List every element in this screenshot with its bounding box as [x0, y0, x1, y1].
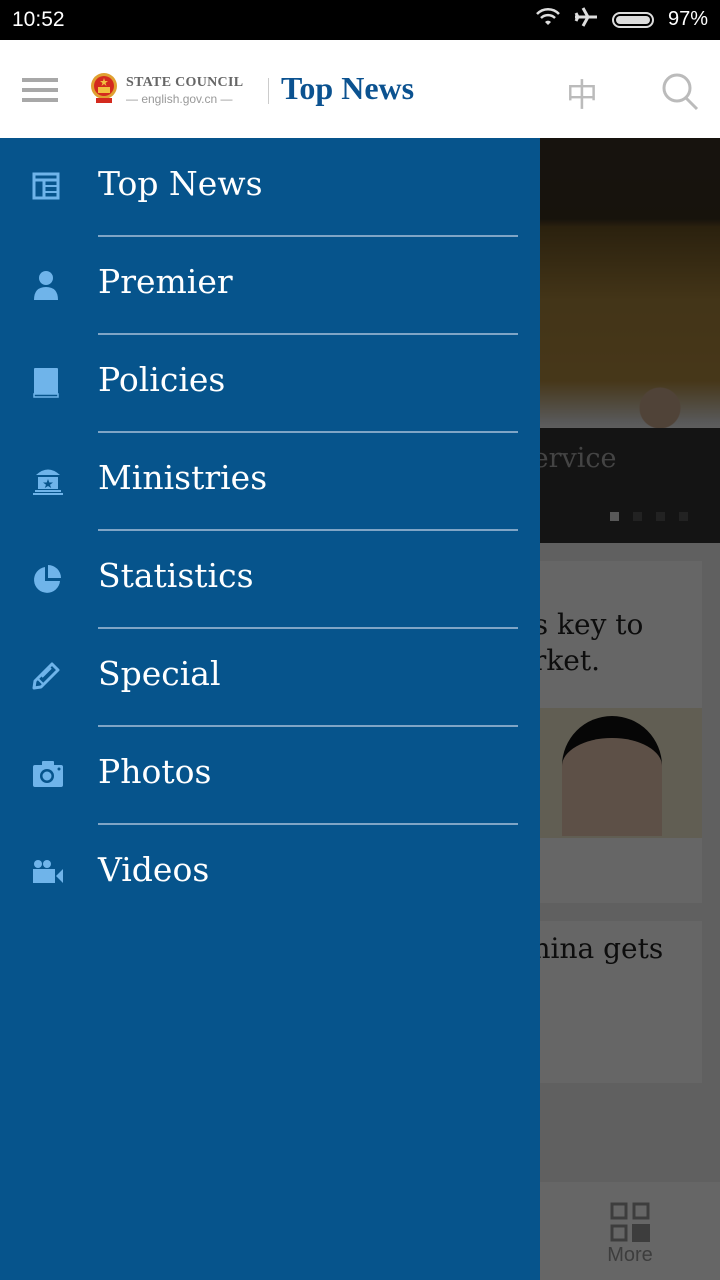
wifi-icon — [536, 7, 560, 32]
drawer-item-label: Ministries — [98, 458, 268, 497]
hamburger-menu-button[interactable] — [22, 78, 58, 102]
hamburger-icon — [22, 78, 58, 82]
drawer-item-label: Premier — [98, 262, 233, 301]
drawer-item-statistics[interactable]: Statistics — [0, 530, 540, 629]
pencil-icon — [32, 662, 64, 692]
language-toggle-button[interactable]: 中 — [566, 70, 598, 116]
camera-icon — [32, 760, 64, 790]
government-building-icon — [32, 466, 64, 496]
drawer-item-ministries[interactable]: Ministries — [0, 432, 540, 531]
brand-name: STATE COUNCIL — [126, 75, 244, 90]
drawer-item-label: Photos — [98, 752, 212, 791]
status-icons: 97% — [536, 6, 708, 33]
clock: 10:52 — [12, 8, 65, 31]
drawer-item-label: Statistics — [98, 556, 254, 595]
hamburger-line — [22, 98, 58, 102]
battery-percent: 97% — [667, 8, 708, 30]
drawer-item-label: Top News — [98, 164, 263, 203]
divider — [268, 78, 269, 104]
video-camera-icon — [32, 858, 64, 888]
drawer-item-videos[interactable]: Videos — [0, 824, 540, 922]
drawer-item-policies[interactable]: Policies — [0, 334, 540, 433]
drawer-item-label: Videos — [98, 850, 210, 889]
hamburger-line — [22, 88, 58, 92]
battery-icon — [611, 11, 654, 28]
airplane-icon — [574, 6, 598, 33]
drawer-item-premier[interactable]: Premier — [0, 236, 540, 335]
drawer-item-special[interactable]: Special — [0, 628, 540, 727]
drawer-item-top-news[interactable]: Top News — [0, 138, 540, 237]
navigation-drawer: Top News Premier Policies Ministries Sta… — [0, 138, 540, 1280]
drawer-item-label: Policies — [98, 360, 226, 399]
drawer-item-label: Special — [98, 654, 221, 693]
drawer-item-photos[interactable]: Photos — [0, 726, 540, 825]
app-header: STATE COUNCIL — english.gov.cn — Top New… — [0, 40, 720, 138]
person-icon — [32, 270, 64, 300]
newspaper-icon — [32, 172, 64, 202]
brand-logo: STATE COUNCIL — english.gov.cn — — [126, 75, 243, 106]
status-bar: 10:52 97% — [0, 0, 720, 40]
pie-chart-icon — [32, 564, 64, 594]
national-emblem-icon — [90, 72, 118, 104]
search-icon — [662, 73, 699, 111]
brand-url: — english.gov.cn — — [126, 92, 233, 106]
search-button[interactable] — [660, 71, 700, 111]
page-title: Top News — [281, 70, 415, 106]
book-icon — [32, 368, 64, 398]
